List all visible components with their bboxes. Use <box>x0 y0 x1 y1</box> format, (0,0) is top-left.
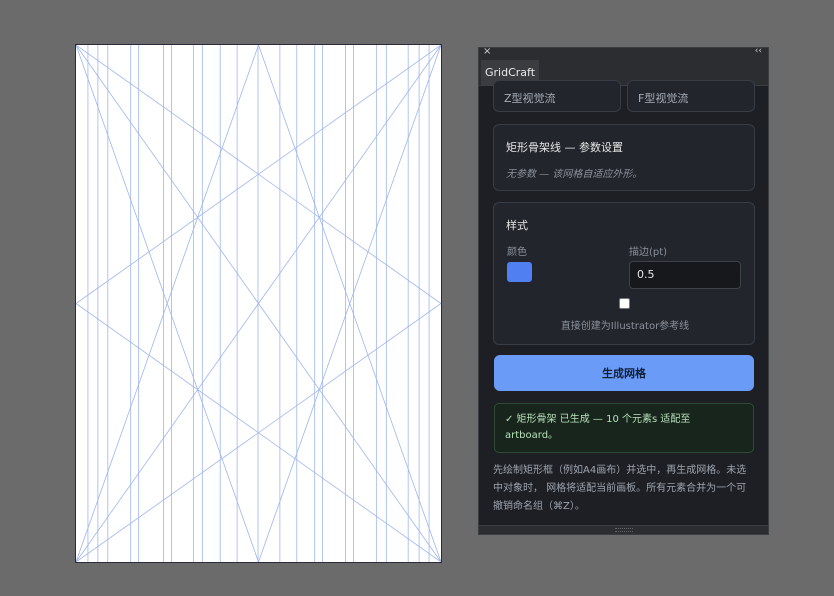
panel-titlebar: × ‹‹ <box>479 48 768 60</box>
style-title: 样式 <box>506 219 528 232</box>
help-text: 先绘制矩形框（例如A4画布）并选中，再生成网格。未选中对象时， 网格将适配当前画… <box>493 465 747 512</box>
status-message: ✓ 矩形骨架 已生成 — 10 个元素s 适配至 artboard。 <box>494 403 754 453</box>
z-flow-button[interactable]: Z型视觉流 <box>493 80 621 112</box>
grid-lines <box>76 45 441 562</box>
f-flow-button[interactable]: F型视觉流 <box>627 80 755 112</box>
params-card: 矩形骨架线 — 参数设置 无参数 — 该网格自适应外形。 <box>493 124 755 191</box>
guides-checkbox[interactable] <box>619 298 630 309</box>
color-swatch[interactable] <box>507 262 532 282</box>
collapse-icon[interactable]: ‹‹ <box>755 48 762 56</box>
params-title: 矩形骨架线 — 参数设置 <box>506 141 623 154</box>
gridcraft-panel: × ‹‹ GridCraft Z型视觉流 F型视觉流 矩形骨架线 — 参数设置 … <box>478 47 769 535</box>
resize-grip[interactable] <box>479 525 768 534</box>
guides-label: 直接创建为Illustrator参考线 <box>560 321 690 332</box>
params-note: 无参数 — 该网格自适应外形。 <box>506 169 643 180</box>
grip-icon <box>615 528 633 532</box>
generate-grid-button[interactable]: 生成网格 <box>494 355 754 391</box>
artboard[interactable] <box>75 44 442 563</box>
stroke-label: 描边(pt) <box>629 247 668 258</box>
panel-content: Z型视觉流 F型视觉流 矩形骨架线 — 参数设置 无参数 — 该网格自适应外形。… <box>479 80 768 526</box>
grid-overlay <box>76 45 441 562</box>
color-label: 颜色 <box>507 247 527 258</box>
style-card: 样式 颜色 描边(pt) 0.5 直接创建为Illustrator参考线 <box>493 202 755 345</box>
close-icon[interactable]: × <box>483 48 491 57</box>
stroke-width-input[interactable]: 0.5 <box>629 261 741 289</box>
